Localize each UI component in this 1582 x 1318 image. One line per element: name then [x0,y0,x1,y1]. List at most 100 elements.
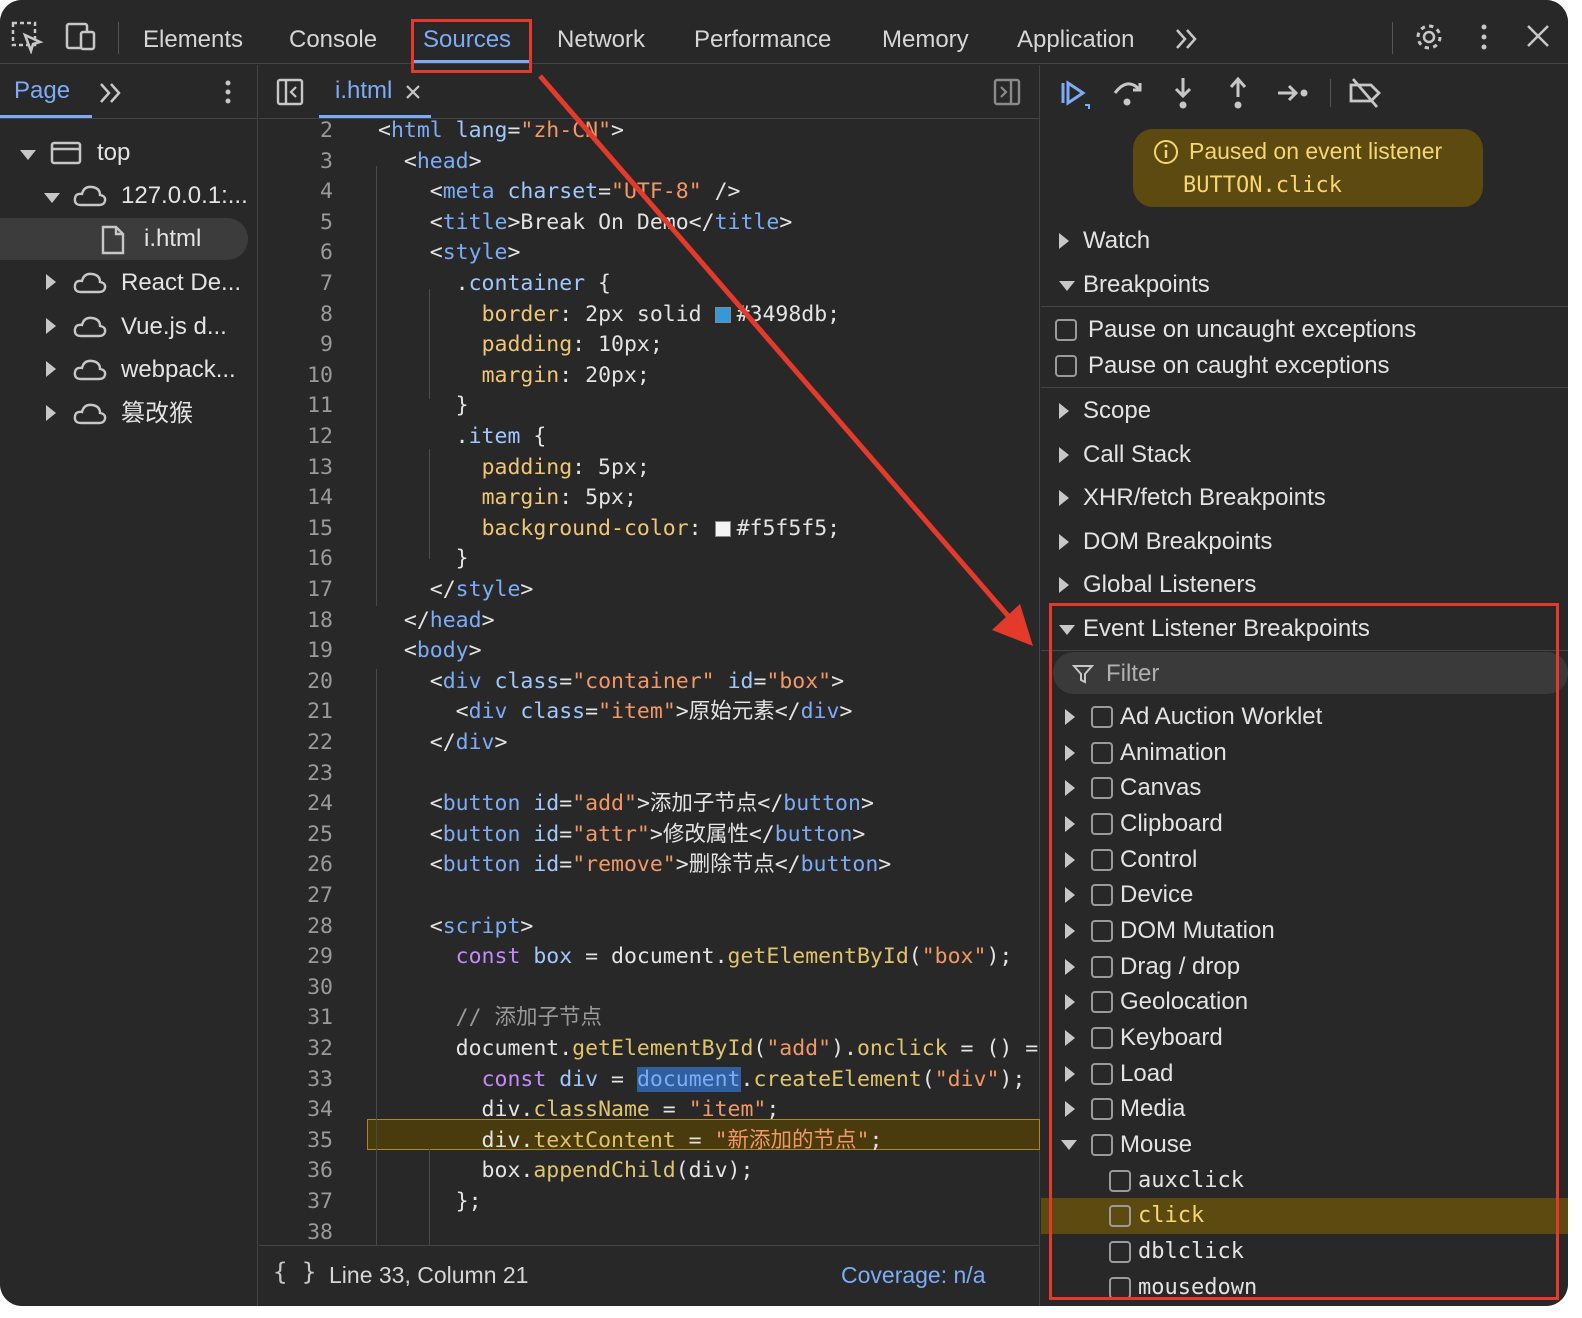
tree-item-tampermonkey[interactable]: 篡改猴 [46,393,193,435]
collapse-arrow-icon[interactable] [46,274,56,290]
collapse-arrow-icon[interactable] [46,318,56,334]
settings-gear-icon[interactable] [1412,20,1446,54]
file-tab-i-html[interactable]: i.html [335,77,423,105]
info-icon [1154,140,1178,164]
step-into-icon[interactable] [1165,75,1201,111]
deactivate-breakpoints-icon[interactable] [1347,75,1383,111]
code-line: 35 div.textContent = "新添加的节点"; [307,1127,883,1153]
color-swatch-blue[interactable] [714,306,731,323]
code-line: 12 .item { [307,424,547,449]
tab-page[interactable]: Page [14,77,70,105]
tree-label: 127.0.0.1:... [121,182,248,209]
section-xhr-breakpoints[interactable]: XHR/fetch Breakpoints [1041,476,1568,520]
code-line: 28 <script> [307,913,534,939]
section-global-listeners[interactable]: Global Listeners [1041,563,1568,607]
code-line: 14 margin: 5px; [307,485,637,511]
tree-label: i.html [144,225,202,252]
source-editor: i.html 2 <html lang="zh-CN"> 3 <head> 4 <… [259,65,1040,1306]
code-line: 15 background-color: #f5f5f5; [307,515,841,541]
close-tab-icon[interactable] [403,82,423,102]
toggle-navigator-icon[interactable] [275,77,305,107]
section-dom-breakpoints[interactable]: DOM Breakpoints [1041,520,1568,564]
toggle-debugger-icon[interactable] [992,77,1022,107]
device-toolbar-icon[interactable] [64,20,98,54]
more-tabs-chevron-icon[interactable] [1172,24,1202,54]
code-line: 2 <html lang="zh-CN"> [320,119,624,143]
section-watch[interactable]: Watch [1041,219,1568,263]
cloud-icon [73,316,107,338]
more-options-icon[interactable] [1470,20,1504,54]
navigator-pane: Page top 127.0.0.1:... i.html React De..… [0,65,258,1306]
code-line: 4 <meta charset="UTF-8" /> [320,179,741,205]
code-line: 32 document.getElementById("add").onclic… [307,1036,1039,1061]
code-line: 36 box.appendChild(div); [307,1158,754,1184]
debugger-toolbar [1041,65,1568,119]
code-line: 23 [307,760,333,786]
navigator-menu-icon[interactable] [214,77,242,107]
tab-memory[interactable]: Memory [882,20,969,60]
collapse-arrow-icon[interactable] [46,405,56,421]
code-line: 18 </head> [307,607,495,633]
expand-arrow-icon [1059,281,1075,291]
paused-title: Paused on event listener [1189,138,1443,164]
tab-application[interactable]: Application [1017,20,1134,60]
code-line: 21 <div class="item">原始元素</div> [307,699,853,725]
code-line: 8 border: 2px solid #3498db; [320,301,841,327]
cursor-position: Line 33, Column 21 [329,1262,529,1288]
collapse-arrow-icon [1059,577,1069,593]
pause-caught-option[interactable]: Pause on caught exceptions [1041,348,1568,384]
code-line: 20 <div class="container" id="box"> [307,668,845,694]
collapse-arrow-icon[interactable] [46,361,56,377]
coverage-link[interactable]: Coverage: n/a [841,1262,985,1289]
code-line: 17 </style> [307,577,534,602]
step-icon[interactable] [1275,75,1311,111]
page-tab-indicator [0,115,92,118]
expand-arrow-icon[interactable] [44,193,60,203]
code-line: 22 </div> [307,730,508,755]
code-line: 3 <head> [320,148,482,174]
tab-performance[interactable]: Performance [694,20,831,60]
pretty-print-braces-icon[interactable]: { } [273,1258,316,1286]
resume-icon[interactable] [1055,75,1091,111]
toolbar-divider [1330,79,1331,107]
editor-status-bar: { } Line 33, Column 21 Coverage: n/a [259,1245,1040,1306]
section-call-stack[interactable]: Call Stack [1041,433,1568,477]
checkbox[interactable] [1055,355,1077,377]
inspect-element-icon[interactable] [10,20,44,54]
toolbar-divider [118,22,119,54]
code-view[interactable]: 2 <html lang="zh-CN"> 3 <head> 4 <meta ch… [259,119,1040,1245]
tree-item-top[interactable]: top [20,132,130,174]
code-line: 27 [307,883,333,908]
devtools-tabbar: Elements Console Sources Network Perform… [0,0,1568,64]
tree-label: Vue.js d... [121,313,227,340]
checkbox[interactable] [1055,319,1077,341]
cloud-icon [73,359,107,381]
section-scope[interactable]: Scope [1041,389,1568,433]
code-line: 34 div.className = "item"; [307,1097,780,1123]
close-devtools-icon[interactable] [1522,20,1556,54]
step-over-icon[interactable] [1109,75,1145,111]
code-line: 13 padding: 5px; [307,454,650,480]
tab-network[interactable]: Network [557,20,645,60]
collapse-arrow-icon [1059,447,1069,463]
pause-uncaught-option[interactable]: Pause on uncaught exceptions [1041,312,1568,348]
more-panes-chevron-icon[interactable] [97,79,125,107]
tree-item-vue[interactable]: Vue.js d... [46,306,227,348]
tree-label: webpack... [121,356,236,383]
collapse-arrow-icon [1059,490,1069,506]
code-line: 24 <button id="add">添加子节点</button> [307,791,874,817]
code-line: 6 <style> [320,240,521,266]
tree-item-localhost[interactable]: 127.0.0.1:... [44,175,248,217]
section-breakpoints[interactable]: Breakpoints [1041,263,1568,307]
color-swatch-light[interactable] [714,520,731,537]
tab-elements[interactable]: Elements [143,20,243,60]
tab-console[interactable]: Console [289,20,377,60]
cloud-icon [73,185,107,207]
collapse-arrow-icon [1059,534,1069,550]
tree-item-react[interactable]: React De... [46,262,241,304]
expand-arrow-icon[interactable] [20,150,36,160]
code-line: 25 <button id="attr">修改属性</button> [307,821,866,847]
tree-item-webpack[interactable]: webpack... [46,349,236,391]
code-line: 10 margin: 20px; [307,362,650,388]
step-out-icon[interactable] [1220,75,1256,111]
